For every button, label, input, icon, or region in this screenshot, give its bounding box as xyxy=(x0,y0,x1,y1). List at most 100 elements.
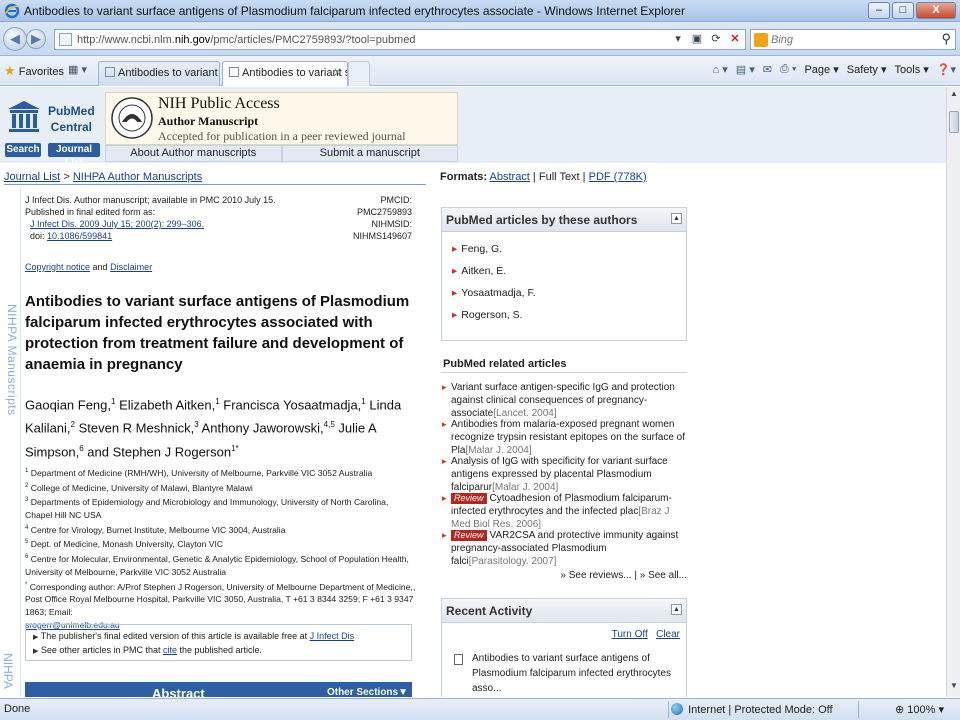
dropdown-arrow-icon[interactable]: ▾ xyxy=(670,31,686,48)
affiliation-item: 6 Centre for Molecular, Environmental, G… xyxy=(25,553,409,577)
see-reviews-link[interactable]: » See reviews... xyxy=(560,570,631,581)
tools-menu[interactable]: Tools ▾ xyxy=(895,63,929,76)
related-article-item[interactable]: Antibodies from malaria-exposed pregnant… xyxy=(441,418,687,456)
address-bar[interactable]: http://www.ncbi.nlm.nih.gov/pmc/articles… xyxy=(54,29,746,50)
star-icon: ★ xyxy=(4,63,16,78)
nih-seal-icon xyxy=(111,97,153,139)
scroll-down-icon[interactable]: ▼ xyxy=(948,681,960,695)
vertical-scrollbar[interactable]: ▲ ▼ xyxy=(946,87,960,697)
nihpa-side-label-2: NIHPA xyxy=(0,653,15,689)
abstract-heading: Abstract xyxy=(152,686,205,697)
recent-activity-item[interactable]: Antibodies to variant surface antigens o… xyxy=(454,651,680,696)
abstract-header: Abstract Other Sections▼ xyxy=(25,682,412,697)
rss-feed-icon[interactable]: ▤ ▾ xyxy=(736,63,755,76)
authors-box-heading: PubMed articles by these authors xyxy=(446,213,638,227)
stop-icon[interactable]: ✕ xyxy=(727,31,743,48)
arrow-right-icon: ▶ xyxy=(31,31,41,46)
back-button[interactable]: ◀ xyxy=(3,27,27,51)
related-article-item[interactable]: Variant surface antigen-specific IgG and… xyxy=(441,381,687,419)
pubmed-central-logo[interactable]: PubMed Central Search Journal List xyxy=(4,95,102,169)
submit-manuscript-link[interactable]: Submit a manuscript xyxy=(281,145,458,162)
other-sections-dropdown[interactable]: Other Sections▼ xyxy=(327,687,408,697)
address-url[interactable]: http://www.ncbi.nlm.nih.gov/pmc/articles… xyxy=(77,34,415,46)
pmc-search-button[interactable]: Search xyxy=(5,143,41,157)
format-pdf-link[interactable]: PDF (778K) xyxy=(589,171,647,183)
disclaimer-link[interactable]: Disclaimer xyxy=(110,262,152,272)
affiliation-item: 5 Dept. of Medicine, Monash University, … xyxy=(25,539,224,550)
globe-icon xyxy=(671,703,683,715)
print-icon[interactable]: ⎙ ▾ xyxy=(780,63,796,76)
status-bar: Done Internet | Protected Mode: Off ⊕ 10… xyxy=(0,698,960,720)
safety-menu[interactable]: Safety ▾ xyxy=(847,63,887,76)
address-toolbar: ◀ ▶ http://www.ncbi.nlm.nih.gov/pmc/arti… xyxy=(0,22,960,56)
see-all-link[interactable]: » See all... xyxy=(640,570,687,581)
author-link[interactable]: Yosaatmadja, F. xyxy=(452,284,676,306)
related-article-item[interactable]: ReviewCytoadhesion of Plasmodium falcipa… xyxy=(441,492,687,530)
favorites-button[interactable]: ★ Favorites xyxy=(4,63,64,79)
turn-off-link[interactable]: Turn Off xyxy=(612,629,648,640)
journal-list-button[interactable]: Journal List xyxy=(48,143,100,169)
compatibility-view-icon[interactable]: ▣ xyxy=(689,31,705,48)
pmc-pubmed-label: PubMed xyxy=(48,104,95,118)
home-icon[interactable]: ⌂ ▾ xyxy=(713,63,728,76)
breadcrumb-journal-list[interactable]: Journal List xyxy=(4,171,60,183)
help-icon[interactable]: ❓▾ xyxy=(937,63,956,76)
article-meta: J Infect Dis. Author manuscript; availab… xyxy=(25,195,276,241)
new-tab-button[interactable] xyxy=(348,61,370,86)
author-link[interactable]: Feng, G. xyxy=(452,240,676,262)
about-author-manuscripts-link[interactable]: About Author manuscripts xyxy=(105,145,282,162)
search-input[interactable] xyxy=(771,32,931,47)
search-icon[interactable]: ⚲ xyxy=(941,31,951,47)
format-abstract-link[interactable]: Abstract xyxy=(490,171,530,183)
security-zone[interactable]: Internet | Protected Mode: Off xyxy=(671,703,833,716)
close-window-button[interactable]: X xyxy=(916,2,956,19)
maximize-button[interactable]: □ xyxy=(892,2,914,19)
author-link[interactable]: Rogerson, S. xyxy=(452,306,676,328)
tab-2[interactable]: Antibodies to variant s... X xyxy=(222,61,348,86)
tab-1[interactable]: Antibodies to variant surfa... xyxy=(98,61,220,86)
refresh-icon[interactable]: ⟳ xyxy=(708,31,724,48)
mail-icon[interactable]: ✉ xyxy=(763,63,772,76)
scroll-thumb[interactable] xyxy=(949,111,959,133)
affiliation-item: 4 Centre for Virology, Burnet Institute,… xyxy=(25,524,286,535)
triangle-right-icon: ▶ xyxy=(33,634,39,641)
copyright-line: Copyright notice and Disclaimer xyxy=(25,262,153,272)
breadcrumb-nihpa[interactable]: NIHPA Author Manuscripts xyxy=(73,171,202,183)
affiliation-item: 3 Departments of Epidemiology and Microb… xyxy=(25,497,389,520)
cite-link[interactable]: cite xyxy=(163,645,177,655)
search-box[interactable]: ⚲ xyxy=(750,29,956,50)
review-badge: Review xyxy=(451,493,487,504)
author-link[interactable]: Aitken, E. xyxy=(452,262,676,284)
author-list: Gaoqian Feng,1 Elizabeth Aitken,1 Franci… xyxy=(25,397,402,459)
arrow-left-icon: ◀ xyxy=(10,31,20,46)
related-article-item[interactable]: Analysis of IgG with specificity for var… xyxy=(441,455,687,493)
tab-close-button[interactable]: X xyxy=(334,67,341,79)
collapse-up-icon[interactable]: ▲ xyxy=(671,604,682,615)
page-icon xyxy=(105,67,115,77)
bing-icon xyxy=(754,33,768,47)
scroll-up-icon[interactable]: ▲ xyxy=(948,89,960,103)
side-divider xyxy=(20,187,21,697)
copyright-notice-link[interactable]: Copyright notice xyxy=(25,262,90,272)
publisher-version-link[interactable]: J Infect Dis xyxy=(310,631,355,641)
clear-link[interactable]: Clear xyxy=(656,629,680,640)
citation-link[interactable]: J Infect Dis. 2009 July 15; 200(2): 299–… xyxy=(30,219,204,229)
pmc-central-label: Central xyxy=(50,120,92,134)
collapse-up-icon[interactable]: ▲ xyxy=(671,213,682,224)
affiliations: 1 Department of Medicine (RMH/WH), Unive… xyxy=(25,465,417,632)
forward-button[interactable]: ▶ xyxy=(26,29,46,49)
zoom-level[interactable]: ⊕ 100% ▾ xyxy=(895,703,944,716)
page-menu[interactable]: Page ▾ xyxy=(804,63,838,76)
nih-accepted-note: Accepted for publication in a peer revie… xyxy=(158,129,406,143)
article-title: Antibodies to variant surface antigens o… xyxy=(25,293,410,373)
nih-public-access-box: NIH Public Access Author Manuscript Acce… xyxy=(105,92,458,145)
quick-tabs-button[interactable]: ▦ ▾ xyxy=(68,63,98,79)
window-title: Antibodies to variant surface antigens o… xyxy=(24,4,685,18)
status-divider xyxy=(858,701,859,718)
minimize-button[interactable]: – xyxy=(868,2,890,19)
affiliation-item: 2 College of Medicine, University of Mal… xyxy=(25,482,253,493)
recent-activity-box: Recent Activity ▲ Turn Off Clear Antibodi… xyxy=(441,598,687,697)
related-article-item[interactable]: ReviewVAR2CSA and protective immunity ag… xyxy=(441,529,687,567)
doi-link[interactable]: 10.1086/599841 xyxy=(47,231,112,241)
recent-activity-heading: Recent Activity xyxy=(446,604,533,618)
